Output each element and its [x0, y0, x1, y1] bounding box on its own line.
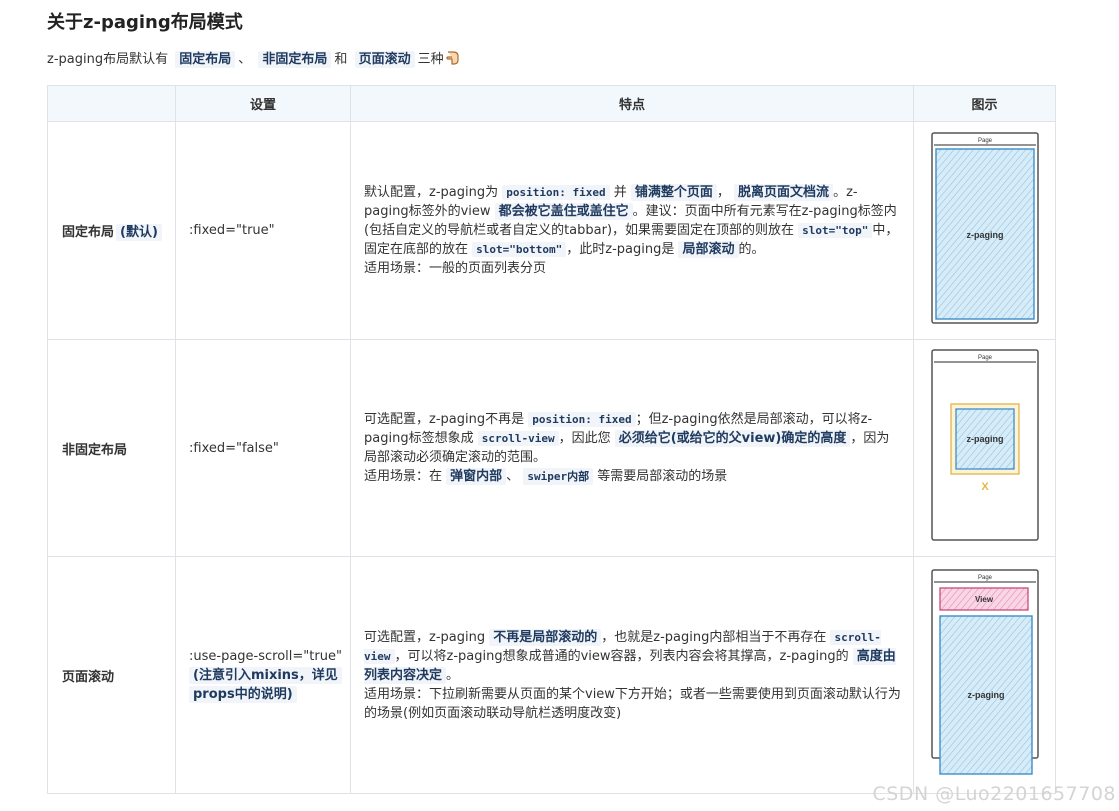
- intro-separator-1: 、: [238, 52, 252, 67]
- mode-name-cell: 非固定布局: [47, 339, 176, 557]
- setting-note: props中的说明): [189, 685, 297, 703]
- emphasis-out-of-flow: 脱离页面文档流: [734, 184, 834, 201]
- mode-name: 固定布局: [62, 225, 115, 240]
- scene-popup: 弹窗内部: [446, 468, 507, 485]
- page-title: 关于z-paging布局模式: [47, 12, 243, 33]
- code-scroll-view: scroll-view: [477, 431, 559, 446]
- feature-text: ，因此您: [558, 431, 611, 446]
- emphasis-not-local-scroll: 不再是局部滚动的: [489, 628, 602, 646]
- mode-nonfixed-highlight: 非固定布局: [258, 51, 332, 68]
- intro-prefix: z-paging布局默认有: [47, 52, 169, 67]
- scene-text: 适用场景：一般的页面列表分页: [364, 261, 547, 276]
- scene-swiper: swiper内部: [523, 468, 594, 485]
- header-empty: [47, 85, 176, 122]
- fixed-layout-diagram: Page z-paging: [930, 131, 1039, 324]
- feature-text: 可选配置，z-paging不再是: [364, 412, 525, 427]
- scene-text: 等需要局部滚动的场景: [597, 469, 728, 484]
- page-label: Page: [977, 355, 992, 361]
- setting-cell: :use-page-scroll="true" (注意引入mixins，详见 p…: [175, 556, 351, 794]
- diagram-cell: Page z-paging X: [913, 339, 1056, 557]
- intro-separator-2: 和: [334, 52, 348, 67]
- feature-cell: 可选配置，z-paging不再是 position: fixed ；但z-pagi…: [350, 339, 914, 557]
- intro-text: z-paging布局默认有 固定布局、 非固定布局和 页面滚动 三种: [47, 50, 460, 73]
- z-paging-label: z-paging: [967, 690, 1004, 700]
- table-row: 非固定布局 :fixed="false" 可选配置，z-paging不再是 po…: [47, 339, 1056, 557]
- mode-name-cell: 页面滚动: [47, 556, 176, 794]
- feature-text: ，可以将z-paging想象成普通的view容器，列表内容会将其撑高，z-pag…: [394, 648, 849, 664]
- feature-text: ，也就是z-paging内部相当于不再存在: [601, 629, 827, 645]
- feature-cell: 可选配置，z-paging 不再是局部滚动的 ，也就是z-paging内部相当于不…: [350, 556, 914, 794]
- feature-text: 并: [613, 185, 627, 200]
- diagram-cell: Page z-paging: [913, 121, 1056, 340]
- page-label: Page: [977, 575, 992, 581]
- watermark: CSDN @Luo2201657708: [872, 783, 1116, 805]
- mode-name-cell: 固定布局 (默认): [47, 121, 176, 340]
- z-paging-label: z-paging: [966, 230, 1003, 240]
- feature-text: ，此时z-paging是: [566, 242, 675, 257]
- mode-name: 页面滚动: [62, 669, 115, 685]
- table-row: 固定布局 (默认) :fixed="true" 默认配置，z-paging为 po…: [47, 121, 1056, 340]
- header-diagram: 图示: [913, 85, 1056, 122]
- code-position-fixed: position: fixed: [528, 412, 636, 427]
- page-scroll-diagram: Page View z-paging: [930, 569, 1039, 775]
- setting-value: :use-page-scroll="true": [189, 648, 342, 664]
- table-row: 页面滚动 :use-page-scroll="true" (注意引入mixins…: [47, 556, 1056, 794]
- z-paging-label: z-paging: [966, 434, 1003, 444]
- feature-text: 。: [446, 667, 460, 683]
- close-icon: X: [981, 481, 989, 493]
- setting-note: (注意引入mixins，详见: [189, 666, 342, 684]
- mode-name: 非固定布局: [62, 442, 128, 458]
- setting-cell: :fixed="true": [175, 121, 351, 340]
- view-label: View: [974, 595, 993, 604]
- default-tag: (默认): [116, 224, 162, 241]
- pointing-hand-icon: [446, 50, 460, 73]
- header-setting: 设置: [175, 85, 351, 122]
- emphasis-local-scroll: 局部滚动: [678, 241, 739, 258]
- header-feature: 特点: [350, 85, 914, 122]
- scene-text: 适用场景：下拉刷新需要从页面的某个view下方开始；或者一些需要使用到页面滚动默…: [364, 686, 901, 721]
- mode-page-scroll-highlight: 页面滚动: [354, 51, 415, 68]
- mode-fixed-highlight: 固定布局: [175, 51, 236, 68]
- emphasis-fill-page: 铺满整个页面: [630, 184, 717, 201]
- scene-text: 、: [506, 469, 520, 484]
- page-label: Page: [977, 138, 992, 144]
- code-slot-top: slot="top": [798, 223, 873, 238]
- layout-modes-table: 设置 特点 图示 固定布局 (默认) :fixed="true" 默认配置，z-p…: [47, 85, 1056, 794]
- code-position-fixed: position: fixed: [502, 185, 610, 200]
- setting-cell: :fixed="false": [175, 339, 351, 557]
- feature-text: 的。: [738, 242, 765, 257]
- diagram-cell: Page View z-paging: [913, 556, 1056, 794]
- non-fixed-layout-diagram: Page z-paging X: [930, 349, 1039, 541]
- code-slot-bottom: slot="bottom": [472, 242, 567, 257]
- scene-text: 适用场景：在: [364, 469, 443, 484]
- feature-text: 默认配置，z-paging为: [364, 185, 499, 200]
- intro-suffix: 三种: [417, 52, 444, 67]
- emphasis-covered: 都会被它盖住或盖住它: [494, 203, 633, 220]
- feature-text: ，: [716, 185, 730, 200]
- feature-cell: 默认配置，z-paging为 position: fixed 并 铺满整个页面，…: [350, 121, 914, 340]
- table-header-row: 设置 特点 图示: [47, 85, 1056, 122]
- emphasis-fixed-height: 必须给它(或给它的父view)确定的高度: [614, 430, 851, 447]
- feature-text: 可选配置，z-paging: [364, 629, 486, 645]
